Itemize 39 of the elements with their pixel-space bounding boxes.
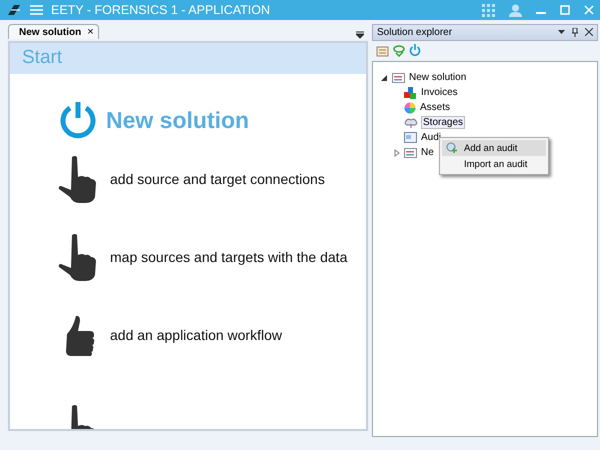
- menu-item[interactable]: Import an audit: [442, 156, 546, 172]
- expanded-arrow-icon[interactable]: [381, 74, 389, 82]
- step-text: map sources and targets with the data: [110, 249, 348, 265]
- audit-icon: [404, 132, 417, 143]
- pointing-hand-icon: [58, 155, 98, 203]
- panel-title: Solution explorer: [377, 27, 452, 38]
- collapsed-arrow-icon[interactable]: [393, 148, 401, 156]
- color-wheel-icon: [404, 102, 416, 114]
- properties-icon[interactable]: [376, 44, 389, 56]
- close-tab-icon[interactable]: ×: [87, 26, 94, 38]
- tree-item[interactable]: Storages: [421, 116, 466, 129]
- tree-item[interactable]: Assets: [419, 102, 452, 113]
- add-audit-icon: [446, 142, 458, 153]
- solution-icon: [404, 148, 417, 158]
- step-text: add source and target connections: [110, 171, 325, 187]
- power-icon[interactable]: [409, 44, 421, 56]
- cloud-icon: [404, 116, 418, 128]
- pointing-hand-icon: [58, 233, 98, 281]
- dropdown-icon[interactable]: [558, 28, 565, 35]
- pin-icon[interactable]: [572, 28, 578, 37]
- tab[interactable]: New solution ×: [8, 24, 99, 39]
- start-header: Start: [10, 43, 366, 74]
- tree-item[interactable]: Ne: [420, 147, 435, 158]
- tree-item[interactable]: New solution: [408, 72, 468, 83]
- window-title: EETY - FORENSICS 1 - APPLICATION: [51, 3, 272, 17]
- eye-check-icon[interactable]: [393, 44, 405, 56]
- step-text: add an application workflow: [110, 327, 282, 343]
- tree-item[interactable]: Invoices: [420, 87, 459, 98]
- menu-item[interactable]: Add an audit: [442, 140, 546, 156]
- power-icon[interactable]: [58, 100, 98, 140]
- solution-icon: [392, 72, 405, 82]
- maximize-icon[interactable]: [560, 5, 570, 15]
- dropdown-icon[interactable]: [356, 31, 364, 39]
- close-icon[interactable]: [585, 28, 593, 36]
- blocks-icon: [404, 86, 417, 98]
- menu-icon[interactable]: [30, 5, 43, 15]
- logo-icon: [6, 4, 22, 16]
- user-icon[interactable]: [509, 4, 522, 16]
- grid-icon[interactable]: [482, 4, 495, 16]
